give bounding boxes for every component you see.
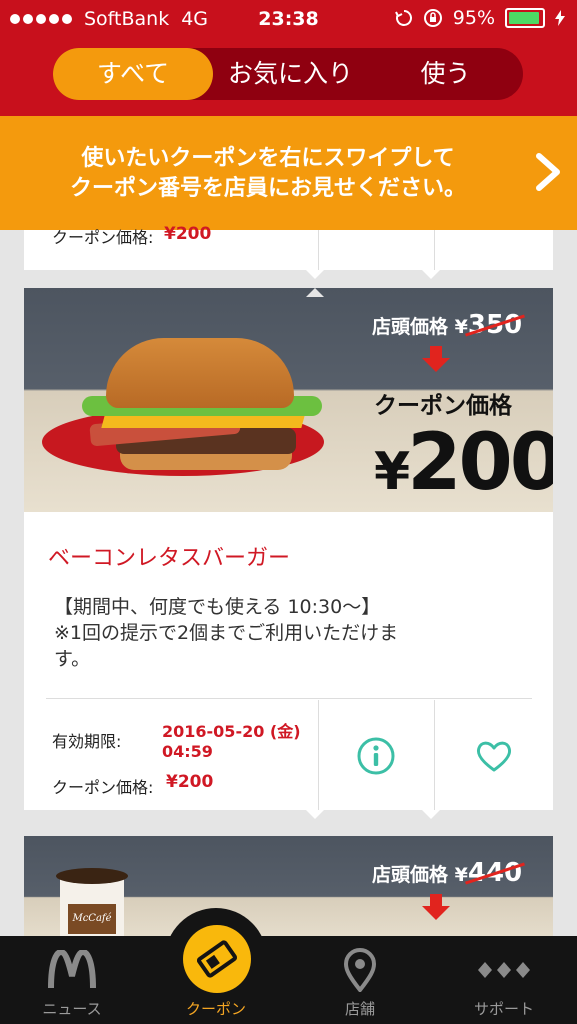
coupon-description: 【期間中、何度でも使える 10:30〜】 ※1回の提示で2個までご利用いただけま… [54, 596, 399, 670]
divider [318, 700, 319, 810]
header: すべて お気に入り 使う [0, 38, 577, 116]
coupon-price-label: クーポン価格: [52, 228, 154, 247]
tab-support[interactable]: サポート [432, 936, 576, 1024]
coupon-icon [196, 940, 238, 978]
info-icon[interactable] [356, 736, 396, 776]
burger-image [106, 338, 294, 408]
coupon-price-value: ¥200 [164, 224, 212, 244]
coupon-price-label: クーポン価格: [52, 778, 154, 797]
battery-icon [505, 8, 545, 28]
battery-percent: 95% [452, 7, 495, 29]
divider [434, 230, 435, 270]
segment-all[interactable]: すべて [53, 48, 213, 100]
coupon-price-value: ¥200 [166, 772, 214, 792]
coupon-tab-badge[interactable] [183, 925, 251, 993]
swipe-instruction-banner[interactable]: 使いたいクーポンを右にスワイプして クーポン番号を店員にお見せください。 [0, 116, 577, 230]
coupon-card-next[interactable]: McCafé 店頭価格 ¥440 [24, 836, 553, 946]
coupon-card[interactable]: 店頭価格 ¥350 クーポン価格 ¥200 ベーコンレタスバーガー 【期間中、何… [24, 288, 553, 810]
tab-bar: ニュース クーポン 店舗 サポート [0, 936, 577, 1024]
mcdonalds-logo-icon [48, 950, 96, 989]
tab-news[interactable]: ニュース [0, 936, 144, 1024]
segment-favorites[interactable]: お気に入り [213, 48, 368, 100]
shop-price-value: 440 [467, 858, 523, 888]
divider [434, 700, 435, 810]
shop-price: 店頭価格 ¥350 [372, 310, 523, 340]
location-pin-icon [343, 948, 377, 992]
mccafe-cup-image: McCafé [56, 868, 128, 946]
expiry-label: 有効期限: [52, 732, 122, 751]
expiry-value: 2016-05-20 (金) 04:59 [162, 722, 301, 761]
status-bar: SoftBank 4G 23:38 95% [0, 0, 577, 38]
rotation-lock-icon [394, 10, 412, 26]
card-notch [422, 270, 440, 279]
shop-price: 店頭価格 ¥440 [372, 858, 523, 888]
card-notch [306, 270, 324, 279]
banner-text: 使いたいクーポンを右にスワイプして クーポン番号を店員にお見せください。 [69, 146, 466, 201]
coupon-item-name: ベーコンレタスバーガー [48, 546, 291, 571]
coupon-price-heading: クーポン価格 [374, 393, 512, 419]
card-notch [422, 810, 440, 819]
divider [46, 698, 532, 699]
coupon-filter-segmented-control: すべて お気に入り 使う [53, 48, 523, 100]
card-notch [306, 810, 324, 819]
segment-use[interactable]: 使う [368, 48, 523, 100]
charging-bolt-icon [555, 10, 565, 26]
shop-price-value: 350 [467, 310, 523, 340]
divider [318, 230, 319, 270]
heart-icon[interactable] [474, 736, 514, 776]
more-dots-icon [478, 962, 530, 978]
alarm-lock-icon [423, 9, 442, 27]
tab-stores[interactable]: 店舗 [288, 936, 432, 1024]
coupon-card-partial[interactable]: クーポン価格: ¥200 [24, 224, 553, 270]
coupon-hero-image: 店頭価格 ¥350 クーポン価格 ¥200 [24, 288, 553, 512]
chevron-right-icon [536, 153, 560, 191]
coupon-price-big: ¥200 [374, 418, 553, 508]
